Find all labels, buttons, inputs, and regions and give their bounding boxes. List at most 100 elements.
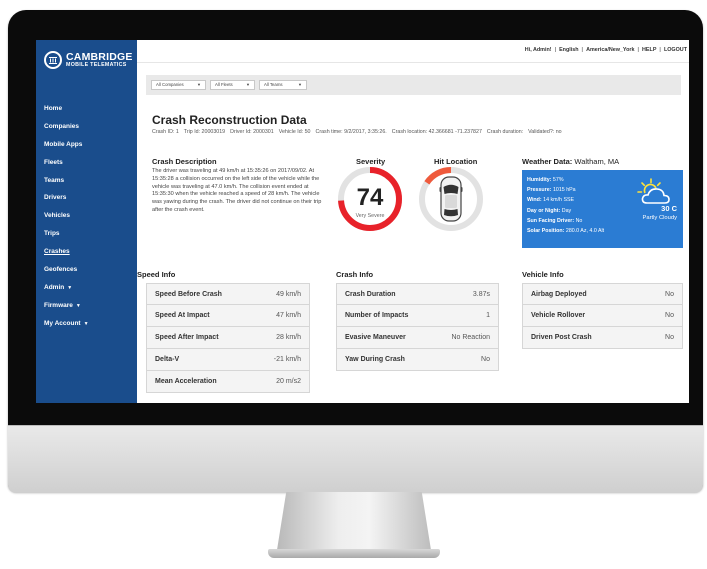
row-value: No: [665, 290, 674, 298]
weather-value: No: [575, 217, 583, 224]
table-row: Driven Post Crash No: [522, 327, 683, 349]
vehicle-info-table: Airbag Deployed No Vehicle Rollover No Drive…: [522, 283, 683, 349]
sidebar-item-admin[interactable]: Admin ▼: [44, 279, 89, 297]
car-top-view-icon: [439, 176, 463, 222]
weather-temperature: 30 C: [661, 204, 677, 213]
row-value: No: [481, 355, 490, 363]
sidebar-item-label: Companies: [44, 122, 80, 130]
speed-info-table: Speed Before Crash 49 km/h Speed At Impact…: [146, 283, 310, 393]
row-value: No Reaction: [451, 333, 490, 341]
row-label: Speed At Impact: [155, 311, 210, 319]
brand-mark-icon: [44, 51, 62, 69]
table-row: Evasive Maneuver No Reaction: [336, 327, 499, 349]
brand-name: CAMBRIDGE: [66, 50, 133, 63]
severity-score: 74: [356, 184, 384, 211]
weather-row: Wind: 14 km/h SSE: [527, 195, 604, 205]
sidebar-item-home[interactable]: Home: [44, 100, 89, 118]
sidebar-item-my-account[interactable]: My Account ▼: [44, 315, 89, 333]
language-link[interactable]: English: [559, 47, 578, 53]
logout-link[interactable]: LOGOUT: [664, 47, 687, 53]
table-row: Mean Acceleration 20 m/s2: [146, 371, 310, 393]
caret-down-icon: ▼: [83, 320, 89, 327]
crash-info-table: Crash Duration 3.87s Number of Impacts 1 Eva…: [336, 283, 499, 371]
row-value: 1: [486, 311, 490, 319]
fleet-filter-dropdown[interactable]: All Fleets ▼: [210, 80, 255, 90]
weather-row: Solar Position: 280.0 Az, 4.0 Alt: [527, 226, 604, 236]
speed-info-title: Speed Info: [137, 270, 176, 279]
sidebar: CAMBRIDGE MOBILE TELEMATICS Home Companie…: [36, 40, 137, 403]
crash-info-title: Crash Info: [336, 270, 374, 279]
row-value: 47 km/h: [276, 311, 301, 319]
sidebar-item-label: Geofences: [44, 266, 78, 274]
crash-description-text: The driver was traveling at 49 km/h at 1…: [152, 168, 322, 213]
weather-row: Sun Facing Driver: No: [527, 216, 604, 226]
sidebar-item-fleets[interactable]: Fleets: [44, 154, 89, 172]
row-label: Vehicle Rollover: [531, 311, 586, 319]
brand-subtitle: MOBILE TELEMATICS: [66, 62, 127, 69]
weather-value: 280.0 Az, 4.0 Alt: [565, 228, 605, 235]
chevron-down-icon: ▼: [246, 82, 250, 87]
weather-key: Day or Night:: [527, 207, 561, 214]
table-row: Number of Impacts 1: [336, 305, 499, 327]
sidebar-item-trips[interactable]: Trips: [44, 225, 89, 243]
sidebar-item-label: Home: [44, 105, 63, 112]
row-value: -21 km/h: [273, 355, 301, 363]
sidebar-item-label: Crashes: [44, 248, 70, 256]
weather-row: Humidity: 57%: [527, 175, 604, 185]
sidebar-item-mobile-apps[interactable]: Mobile Apps: [44, 136, 89, 154]
row-label: Speed After Impact: [155, 333, 219, 341]
row-label: Mean Acceleration: [155, 377, 217, 385]
sidebar-item-companies[interactable]: Companies: [44, 118, 89, 136]
sidebar-item-teams[interactable]: Teams: [44, 172, 89, 190]
team-filter-dropdown[interactable]: All Teams ▼: [259, 80, 307, 90]
table-row: Yaw During Crash No: [336, 349, 499, 371]
chevron-down-icon: ▼: [197, 82, 201, 87]
table-row: Speed At Impact 47 km/h: [146, 305, 310, 327]
top-bar: Hi, Admin! | English | America/New_York | HELP…: [137, 40, 689, 63]
page-title: Crash Reconstruction Data: [152, 113, 307, 127]
row-label: Number of Impacts: [345, 311, 409, 319]
nav-separator: |: [581, 47, 584, 53]
sidebar-item-label: Vehicles: [44, 212, 71, 220]
sidebar-item-drivers[interactable]: Drivers: [44, 189, 89, 207]
company-filter-dropdown[interactable]: All Companies ▼: [151, 80, 206, 90]
weather-condition: Partly Cloudy: [642, 215, 677, 221]
severity-label: Very Severe: [355, 213, 385, 219]
table-row: Vehicle Rollover No: [522, 305, 683, 327]
weather-title: Weather Data: Waltham, MA: [522, 157, 619, 166]
table-row: Delta-V -21 km/h: [146, 349, 310, 371]
monitor-stand: [277, 492, 431, 550]
chevron-down-icon: ▼: [298, 82, 302, 87]
weather-details: Humidity: 57% Pressure: 1015 hPa Wind: 14 …: [527, 175, 604, 236]
row-value: 49 km/h: [276, 290, 301, 298]
top-nav: Hi, Admin! | English | America/New_York | HELP…: [525, 47, 687, 53]
weather-row: Pressure: 1015 hPa: [527, 185, 604, 195]
sidebar-item-geofences[interactable]: Geofences: [44, 261, 89, 279]
weather-key: Pressure:: [527, 187, 552, 194]
weather-label: Weather Data:: [522, 157, 573, 166]
table-row: Crash Duration 3.87s: [336, 283, 499, 305]
sidebar-item-vehicles[interactable]: Vehicles: [44, 207, 89, 225]
crash-meta-field: Crash time: 9/2/2017, 3:35:26.: [315, 129, 387, 135]
weather-value: 57%: [552, 177, 564, 183]
filter-bar: All Companies ▼ All Fleets ▼ All Teams ▼: [146, 75, 681, 95]
monitor-chin: [8, 425, 703, 493]
row-label: Crash Duration: [345, 290, 396, 298]
crash-meta-field: Driver Id: 2000301: [230, 129, 274, 135]
weather-card: Humidity: 57% Pressure: 1015 hPa Wind: 14 …: [522, 170, 683, 248]
timezone-link[interactable]: America/New_York: [586, 47, 634, 53]
nav-separator: |: [659, 47, 661, 53]
weather-key: Solar Position:: [527, 228, 565, 235]
crash-meta: Crash ID: 1 Trip Id: 20003019 Driver Id: 2…: [152, 129, 567, 135]
brand-logo[interactable]: CAMBRIDGE MOBILE TELEMATICS: [44, 49, 134, 71]
weather-location: Waltham, MA: [574, 157, 620, 166]
help-link[interactable]: HELP: [642, 47, 656, 53]
sidebar-item-crashes[interactable]: Crashes: [44, 243, 89, 261]
sidebar-item-label: Mobile Apps: [44, 140, 83, 148]
row-label: Airbag Deployed: [531, 290, 587, 298]
filter-label: All Companies: [156, 82, 184, 87]
sidebar-item-firmware[interactable]: Firmware ▼: [44, 297, 89, 315]
crash-meta-field: Crash ID: 1: [152, 129, 179, 135]
sidebar-item-label: My Account: [44, 319, 81, 327]
greeting-link[interactable]: Hi, Admin!: [525, 47, 552, 53]
